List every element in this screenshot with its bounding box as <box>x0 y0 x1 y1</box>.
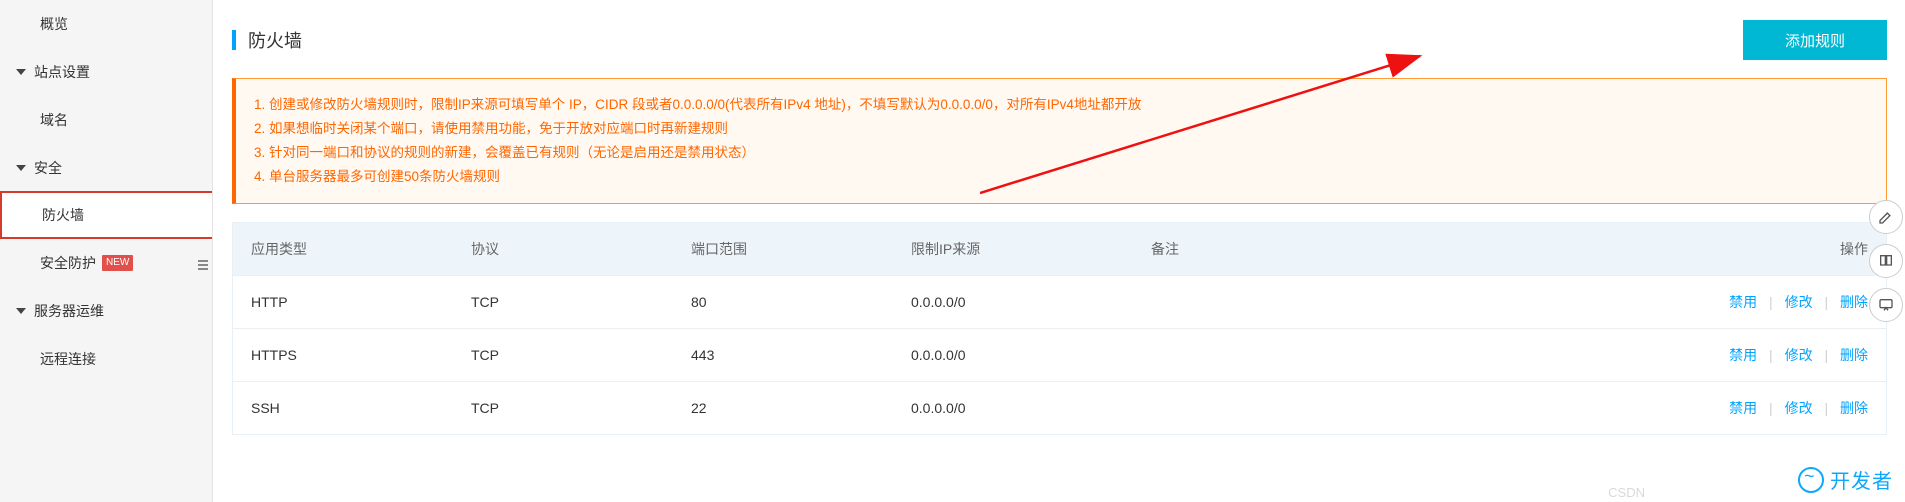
title-accent-bar <box>232 30 236 50</box>
sidebar-group-label: 服务器运维 <box>34 301 104 321</box>
brand-watermark: 开发者 <box>1798 465 1893 494</box>
cell-actions: 禁用 | 修改 | 删除 <box>1676 329 1886 381</box>
notice-line: 3. 针对同一端口和协议的规则的新建，会覆盖已有规则（无论是启用还是禁用状态） <box>254 141 1868 165</box>
cell-protocol: TCP <box>453 384 673 432</box>
action-disable[interactable]: 禁用 <box>1729 347 1757 363</box>
table-row: HTTPS TCP 443 0.0.0.0/0 禁用 | 修改 | 删除 <box>233 328 1886 381</box>
brand-logo-icon <box>1798 467 1824 493</box>
action-separator: | <box>1769 294 1773 310</box>
cell-type: SSH <box>233 384 453 432</box>
action-delete[interactable]: 删除 <box>1840 400 1868 416</box>
add-rule-button[interactable]: 添加规则 <box>1743 20 1887 60</box>
sidebar-group-label: 安全 <box>34 158 62 178</box>
notice-box: 1. 创建或修改防火墙规则时，限制IP来源可填写单个 IP，CIDR 段或者0.… <box>232 78 1887 204</box>
notice-line: 1. 创建或修改防火墙规则时，限制IP来源可填写单个 IP，CIDR 段或者0.… <box>254 93 1868 117</box>
action-delete[interactable]: 删除 <box>1840 347 1868 363</box>
notice-line: 4. 单台服务器最多可创建50条防火墙规则 <box>254 165 1868 189</box>
add-rule-button-label: 添加规则 <box>1785 30 1845 51</box>
action-disable[interactable]: 禁用 <box>1729 400 1757 416</box>
table-row: HTTP TCP 80 0.0.0.0/0 禁用 | 修改 | 删除 <box>233 275 1886 328</box>
book-tool-icon[interactable] <box>1869 244 1903 278</box>
table-row: SSH TCP 22 0.0.0.0/0 禁用 | 修改 | 删除 <box>233 381 1886 434</box>
page-header: 防火墙 添加规则 <box>232 20 1905 60</box>
sidebar: 概览 站点设置 域名 安全 防火墙 安全防护 NEW 服务器运维 远程连接 <box>0 0 213 502</box>
edit-tool-icon[interactable] <box>1869 200 1903 234</box>
sidebar-group-ops[interactable]: 服务器运维 <box>0 287 212 335</box>
sidebar-group-site[interactable]: 站点设置 <box>0 48 212 96</box>
sidebar-item-safeguard[interactable]: 安全防护 NEW <box>0 239 212 287</box>
cell-note <box>1133 339 1676 371</box>
action-separator: | <box>1824 294 1828 310</box>
csdn-watermark: CSDN <box>1608 485 1645 500</box>
cell-port: 80 <box>673 278 893 326</box>
chat-tool-icon[interactable] <box>1869 288 1903 322</box>
table-header-ip: 限制IP来源 <box>893 223 1133 275</box>
sidebar-item-label: 安全防护 <box>40 253 96 273</box>
caret-down-icon <box>16 165 26 171</box>
sidebar-collapse-handle[interactable] <box>198 250 214 280</box>
cell-note <box>1133 392 1676 424</box>
cell-ip: 0.0.0.0/0 <box>893 384 1133 432</box>
action-disable[interactable]: 禁用 <box>1729 294 1757 310</box>
sidebar-item-label: 防火墙 <box>42 205 84 225</box>
main-content: 防火墙 添加规则 1. 创建或修改防火墙规则时，限制IP来源可填写单个 IP，C… <box>232 0 1905 502</box>
table-header-action: 操作 <box>1676 223 1886 275</box>
sidebar-item-label: 域名 <box>40 110 68 130</box>
page-title: 防火墙 <box>248 27 302 53</box>
table-header-row: 应用类型 协议 端口范围 限制IP来源 备注 操作 <box>233 223 1886 275</box>
action-separator: | <box>1769 400 1773 416</box>
sidebar-item-domain[interactable]: 域名 <box>0 96 212 144</box>
action-edit[interactable]: 修改 <box>1785 400 1813 416</box>
caret-down-icon <box>16 69 26 75</box>
table-header-type: 应用类型 <box>233 223 453 275</box>
action-separator: | <box>1769 347 1773 363</box>
sidebar-group-label: 站点设置 <box>34 62 90 82</box>
cell-type: HTTP <box>233 278 453 326</box>
sidebar-item-remote[interactable]: 远程连接 <box>0 335 212 383</box>
sidebar-item-firewall[interactable]: 防火墙 <box>0 191 212 239</box>
action-separator: | <box>1824 400 1828 416</box>
table-header-protocol: 协议 <box>453 223 673 275</box>
sidebar-group-security[interactable]: 安全 <box>0 144 212 192</box>
cell-protocol: TCP <box>453 331 673 379</box>
cell-ip: 0.0.0.0/0 <box>893 278 1133 326</box>
brand-text: 开发者 <box>1830 465 1893 494</box>
action-edit[interactable]: 修改 <box>1785 294 1813 310</box>
new-badge: NEW <box>102 255 133 271</box>
rules-table: 应用类型 协议 端口范围 限制IP来源 备注 操作 HTTP TCP 80 0.… <box>232 222 1887 435</box>
sidebar-item-label: 远程连接 <box>40 349 96 369</box>
cell-note <box>1133 286 1676 318</box>
action-separator: | <box>1824 347 1828 363</box>
floating-toolbar <box>1869 200 1905 322</box>
action-edit[interactable]: 修改 <box>1785 347 1813 363</box>
table-header-note: 备注 <box>1133 223 1676 275</box>
action-delete[interactable]: 删除 <box>1840 294 1868 310</box>
title-wrap: 防火墙 <box>232 27 302 53</box>
caret-down-icon <box>16 308 26 314</box>
cell-protocol: TCP <box>453 278 673 326</box>
sidebar-item-overview[interactable]: 概览 <box>0 0 212 48</box>
cell-actions: 禁用 | 修改 | 删除 <box>1676 276 1886 328</box>
table-header-port: 端口范围 <box>673 223 893 275</box>
cell-actions: 禁用 | 修改 | 删除 <box>1676 382 1886 434</box>
cell-type: HTTPS <box>233 331 453 379</box>
cell-ip: 0.0.0.0/0 <box>893 331 1133 379</box>
notice-line: 2. 如果想临时关闭某个端口，请使用禁用功能，免于开放对应端口时再新建规则 <box>254 117 1868 141</box>
sidebar-item-label: 概览 <box>40 14 68 34</box>
cell-port: 443 <box>673 331 893 379</box>
cell-port: 22 <box>673 384 893 432</box>
